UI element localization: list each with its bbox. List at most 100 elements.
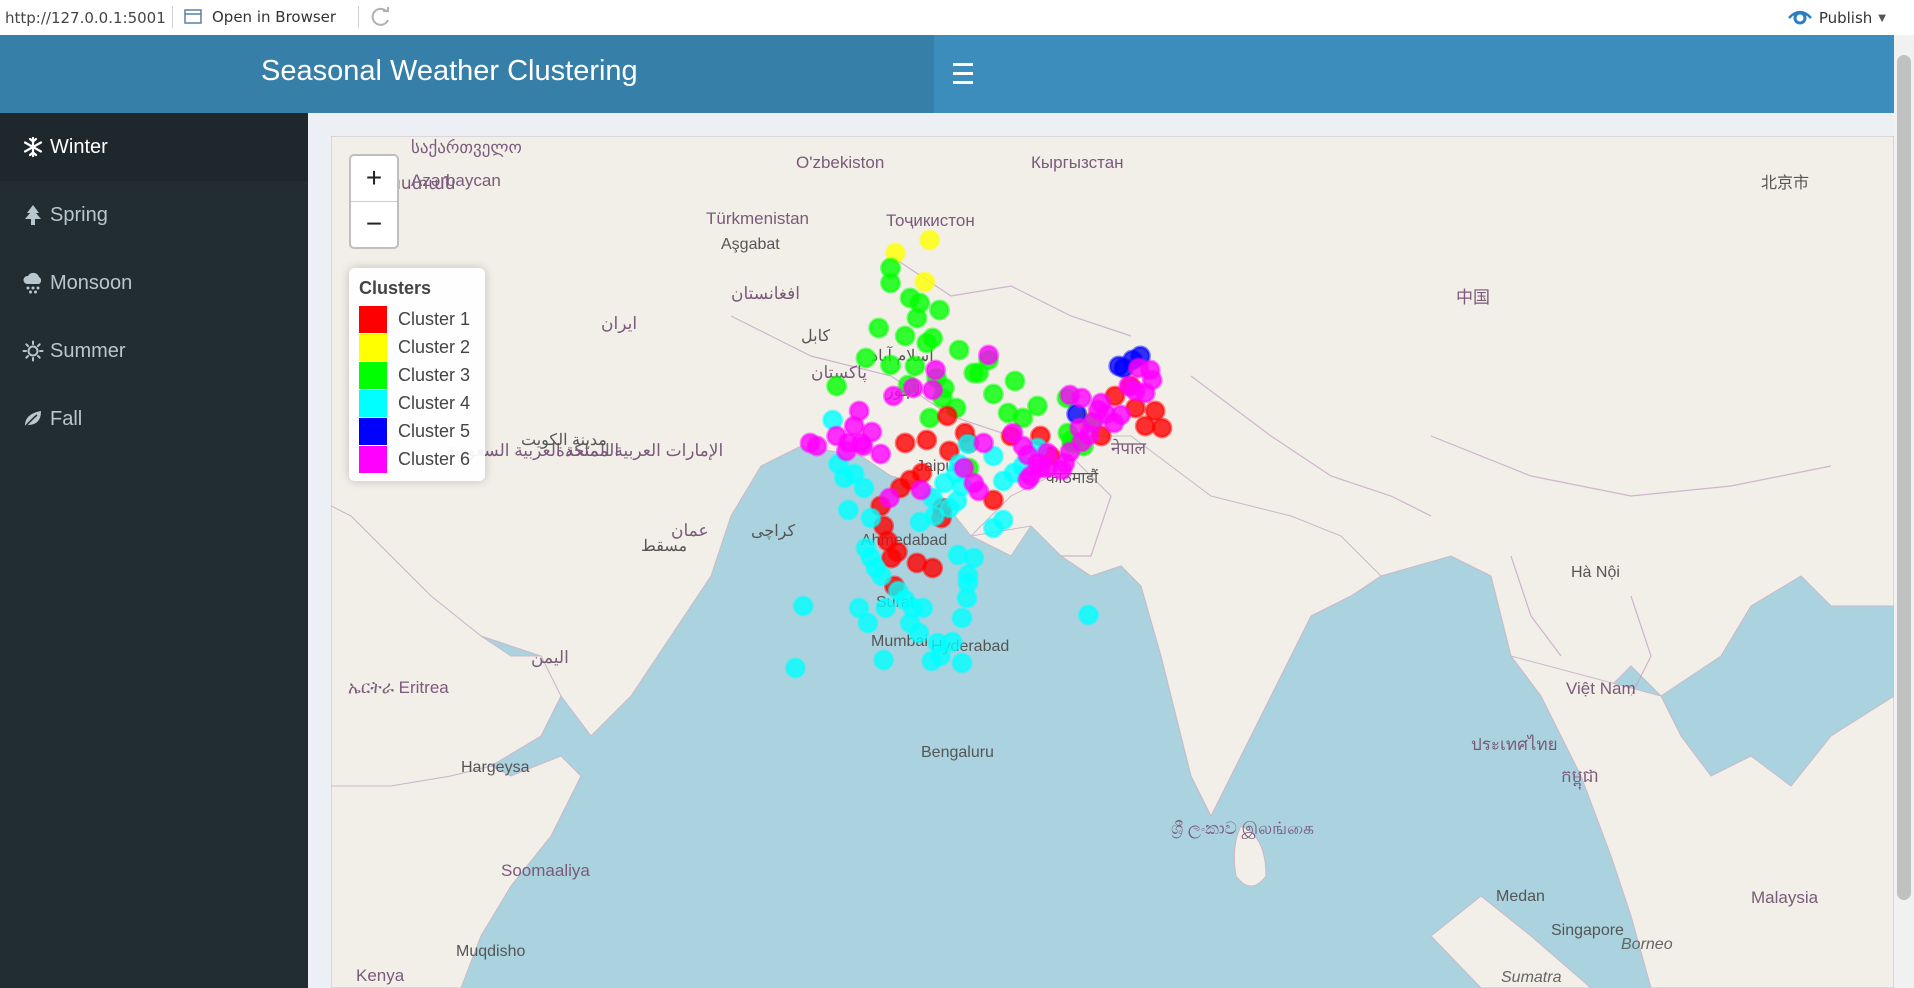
station-marker[interactable]	[992, 509, 1014, 531]
station-marker[interactable]	[910, 479, 932, 501]
station-marker[interactable]	[792, 595, 814, 617]
legend-item: Cluster 4	[359, 389, 475, 417]
legend-swatch	[359, 361, 387, 389]
sidebar-item-summer[interactable]: Summer	[0, 317, 308, 385]
station-marker[interactable]	[947, 544, 969, 566]
leaf-icon	[23, 411, 41, 429]
reload-icon[interactable]	[370, 6, 392, 28]
station-marker[interactable]	[1110, 404, 1132, 426]
station-marker[interactable]	[911, 462, 933, 484]
station-marker[interactable]	[860, 507, 882, 529]
station-marker[interactable]	[875, 597, 897, 619]
publish-button[interactable]: Publish ▼	[1787, 8, 1886, 28]
station-marker[interactable]	[922, 327, 944, 349]
legend-label: Cluster 1	[398, 308, 471, 329]
station-marker[interactable]	[1077, 604, 1099, 626]
app-title: Seasonal Weather Clustering	[261, 55, 638, 87]
station-marker[interactable]	[951, 607, 973, 629]
station-marker[interactable]	[880, 272, 901, 294]
sidebar-item-winter[interactable]: Winter	[0, 113, 308, 181]
publish-icon	[1787, 10, 1812, 25]
station-marker[interactable]	[973, 432, 995, 454]
station-marker[interactable]	[784, 657, 806, 679]
station-marker[interactable]	[871, 565, 893, 587]
station-marker[interactable]	[919, 407, 941, 429]
station-marker[interactable]	[982, 383, 1004, 405]
station-marker[interactable]	[894, 325, 916, 347]
station-marker[interactable]	[1127, 357, 1149, 379]
sidebar-item-fall[interactable]: Fall	[0, 385, 308, 453]
legend-label: Cluster 6	[398, 448, 471, 469]
app-header: Seasonal Weather Clustering	[0, 35, 1914, 113]
station-marker[interactable]	[906, 307, 928, 329]
zoom-in-button[interactable]: +	[351, 156, 397, 202]
station-marker[interactable]	[968, 480, 990, 502]
station-marker[interactable]	[908, 622, 930, 644]
scrollbar-thumb[interactable]	[1897, 55, 1911, 900]
station-marker[interactable]	[843, 415, 865, 437]
station-marker[interactable]	[902, 377, 924, 399]
station-marker[interactable]	[978, 344, 999, 366]
map-view[interactable]: O'zbekiston Кыргызстан Türkmenistan Тоҷи…	[331, 136, 1894, 988]
legend-label: Cluster 2	[398, 336, 471, 357]
station-markers	[784, 229, 1173, 679]
station-marker[interactable]	[1002, 422, 1024, 444]
station-marker[interactable]	[912, 597, 934, 619]
legend-swatch	[359, 445, 387, 473]
zoom-out-button[interactable]: −	[351, 202, 397, 247]
station-marker[interactable]	[826, 375, 848, 397]
station-marker[interactable]	[957, 572, 979, 594]
station-marker[interactable]	[799, 432, 821, 454]
snowflake-icon	[23, 136, 43, 158]
station-marker[interactable]	[1017, 469, 1039, 491]
station-marker[interactable]	[936, 405, 958, 427]
station-marker[interactable]	[922, 557, 944, 579]
station-marker[interactable]	[873, 649, 895, 671]
station-marker[interactable]	[922, 379, 944, 401]
toolbar-divider	[358, 6, 359, 28]
legend-label: Cluster 4	[398, 392, 471, 413]
legend-swatch	[359, 389, 387, 417]
station-marker[interactable]	[850, 432, 872, 454]
station-marker[interactable]	[894, 432, 916, 454]
legend-swatch	[359, 417, 387, 445]
sidebar-item-monsoon[interactable]: Monsoon	[0, 249, 308, 317]
station-marker[interactable]	[1134, 415, 1156, 437]
station-marker[interactable]	[929, 299, 950, 321]
station-marker[interactable]	[925, 359, 947, 381]
page-scrollbar[interactable]	[1894, 35, 1914, 988]
station-marker[interactable]	[929, 645, 951, 667]
station-marker[interactable]	[916, 429, 938, 451]
station-marker[interactable]	[855, 347, 877, 369]
sidebar-item-spring[interactable]: Spring	[0, 181, 308, 249]
station-marker[interactable]	[853, 477, 875, 499]
legend-item: Cluster 6	[359, 445, 475, 473]
station-marker[interactable]	[882, 385, 904, 407]
station-marker[interactable]	[1078, 424, 1100, 446]
station-marker[interactable]	[919, 229, 941, 251]
station-marker[interactable]	[833, 467, 855, 489]
station-marker[interactable]	[1151, 417, 1173, 439]
open-in-browser-label: Open in Browser	[212, 8, 337, 26]
station-marker[interactable]	[1004, 370, 1026, 392]
station-marker[interactable]	[914, 271, 936, 293]
station-marker[interactable]	[868, 317, 890, 339]
station-marker[interactable]	[968, 362, 990, 384]
station-marker[interactable]	[879, 487, 901, 509]
legend-label: Cluster 3	[398, 364, 471, 385]
station-marker[interactable]	[870, 443, 892, 465]
station-marker[interactable]	[857, 612, 879, 634]
station-marker[interactable]	[951, 652, 973, 674]
station-marker[interactable]	[837, 499, 859, 521]
sidebar-toggle-icon[interactable]	[953, 57, 979, 91]
station-marker[interactable]	[948, 339, 970, 361]
station-marker[interactable]	[1071, 387, 1093, 409]
station-marker[interactable]	[880, 354, 901, 376]
legend-swatch	[359, 333, 387, 361]
open-in-browser-button[interactable]: Open in Browser	[184, 8, 336, 26]
station-marker[interactable]	[904, 355, 926, 377]
legend-label: Cluster 5	[398, 420, 471, 441]
tree-icon	[25, 205, 41, 225]
app-brand: Seasonal Weather Clustering	[0, 35, 934, 113]
cluster-legend: Clusters Cluster 1 Cluster 2 Cluster 3 C…	[349, 268, 485, 481]
